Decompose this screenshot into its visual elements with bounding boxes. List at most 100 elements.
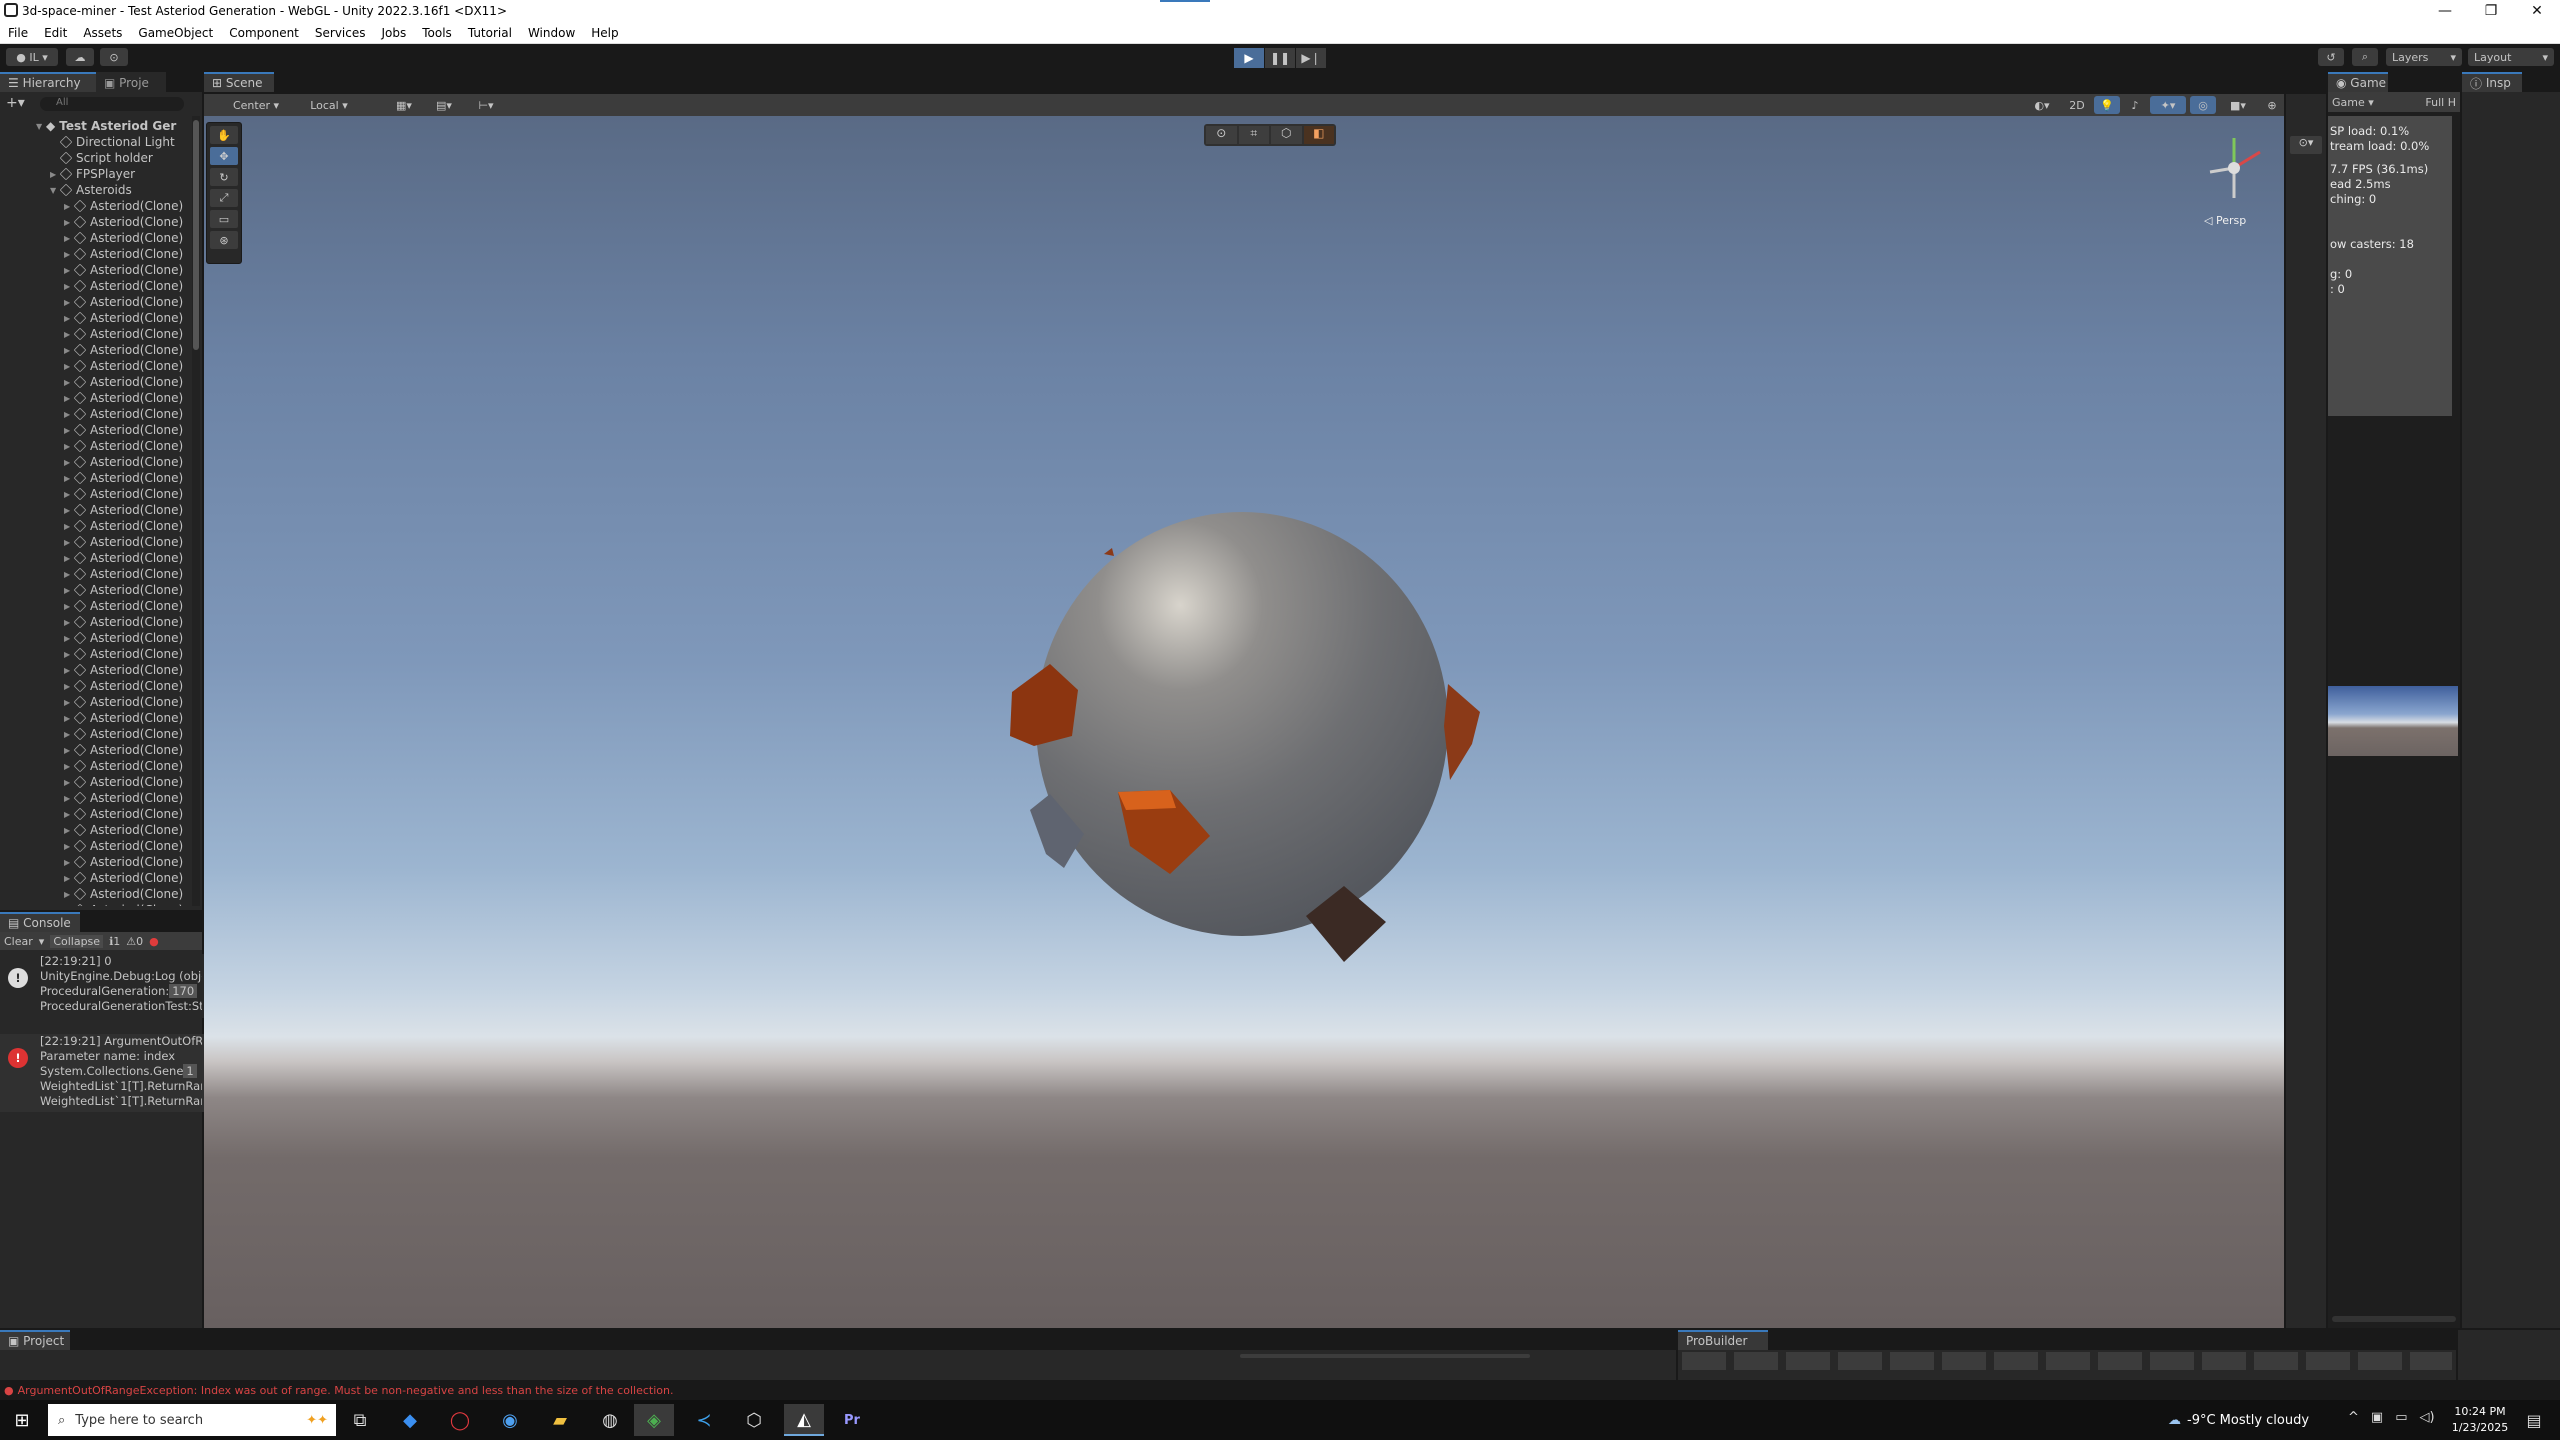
- expand-arrow-icon[interactable]: ▶: [64, 458, 74, 467]
- tree-item-asteroid-clone[interactable]: ▶ Asteriod(Clone): [64, 422, 183, 438]
- tree-item-asteroid-clone[interactable]: ▶ Asteriod(Clone): [64, 214, 183, 230]
- chrome-icon[interactable]: ◉: [490, 1404, 530, 1436]
- expand-arrow-icon[interactable]: ▶: [64, 826, 74, 835]
- expand-arrow-icon[interactable]: ▶: [64, 426, 74, 435]
- tree-item-asteroid-clone[interactable]: ▶ Asteriod(Clone): [64, 678, 183, 694]
- menu-file[interactable]: File: [0, 26, 36, 40]
- expand-arrow-icon[interactable]: ▶: [64, 330, 74, 339]
- network-icon[interactable]: ▭: [2395, 1410, 2407, 1425]
- minimize-button[interactable]: —: [2422, 0, 2468, 22]
- status-bar[interactable]: ● ArgumentOutOfRangeException: Index was…: [0, 1380, 2560, 1400]
- expand-arrow-icon[interactable]: ▶: [64, 730, 74, 739]
- expand-arrow-icon[interactable]: ▶: [64, 298, 74, 307]
- tree-item-asteroid-clone[interactable]: ▶ Asteriod(Clone): [64, 710, 183, 726]
- expand-arrow-icon[interactable]: ▶: [64, 890, 74, 899]
- info-count-toggle[interactable]: ℹ1: [109, 935, 120, 948]
- console-entry-error[interactable]: ! [22:19:21] ArgumentOutOfRar Parameter …: [0, 1034, 204, 1112]
- tree-item-asteroid-clone[interactable]: ▶ Asteriod(Clone): [64, 294, 183, 310]
- tree-item-asteroid-clone[interactable]: ▶ Asteriod(Clone): [64, 854, 183, 870]
- expand-arrow-icon[interactable]: ▶: [64, 218, 74, 227]
- expand-arrow-icon[interactable]: ▶: [64, 538, 74, 547]
- tree-item-asteroid-clone[interactable]: ▶ Asteriod(Clone): [64, 790, 183, 806]
- tab-project[interactable]: ▣ Proje: [96, 72, 166, 92]
- expand-arrow-icon[interactable]: ▶: [64, 234, 74, 243]
- expand-arrow-icon[interactable]: ▶: [64, 282, 74, 291]
- expand-arrow-icon[interactable]: ▶: [64, 554, 74, 563]
- expand-arrow-icon[interactable]: ▶: [64, 906, 74, 907]
- expand-arrow-icon[interactable]: ▶: [64, 314, 74, 323]
- menu-jobs[interactable]: Jobs: [374, 26, 415, 40]
- tab-console[interactable]: ▤ Console: [0, 912, 80, 932]
- tree-item-asteroid-clone[interactable]: ▶ Asteriod(Clone): [64, 870, 183, 886]
- tree-item-asteroids[interactable]: ▼ Asteroids: [50, 182, 132, 198]
- rect-transform-icon[interactable]: ▭: [210, 210, 238, 228]
- expand-arrow-icon[interactable]: ▶: [64, 698, 74, 707]
- menu-edit[interactable]: Edit: [36, 26, 75, 40]
- expand-arrow-icon[interactable]: ▶: [64, 202, 74, 211]
- expand-arrow-icon[interactable]: ▶: [64, 778, 74, 787]
- tree-item-asteroid-clone[interactable]: ▶ Asteriod(Clone): [64, 438, 183, 454]
- expand-arrow-icon[interactable]: ▶: [64, 522, 74, 531]
- tree-item-asteroid-clone[interactable]: ▶ Asteriod(Clone): [64, 566, 183, 582]
- chevron-up-icon[interactable]: ^: [2348, 1410, 2359, 1425]
- transform-tool-icon[interactable]: ⊛: [210, 231, 238, 249]
- clear-button[interactable]: Clear: [4, 935, 33, 948]
- taskbar-search-input[interactable]: ⌕ Type here to search ✦✦: [48, 1404, 336, 1436]
- camera-icon[interactable]: ▣: [2371, 1410, 2383, 1425]
- expand-arrow-icon[interactable]: ▶: [64, 746, 74, 755]
- pivot-local-dropdown[interactable]: Local ▾: [296, 96, 362, 114]
- cloud-icon[interactable]: ☁: [66, 48, 94, 66]
- tree-item-asteroid-clone[interactable]: ▶ Asteriod(Clone): [64, 614, 183, 630]
- project-search-input[interactable]: [1240, 1354, 1530, 1358]
- effects-toggle-icon[interactable]: ✦▾: [2150, 96, 2186, 114]
- expand-arrow-icon[interactable]: ▶: [64, 874, 74, 883]
- hierarchy-search-input[interactable]: All: [40, 97, 184, 111]
- menu-component[interactable]: Component: [221, 26, 307, 40]
- warning-count-toggle[interactable]: ⚠0: [126, 935, 143, 948]
- menu-assets[interactable]: Assets: [75, 26, 130, 40]
- grid-visibility-icon[interactable]: ▤▾: [426, 96, 462, 114]
- tree-item-asteroid-clone[interactable]: ▶ Asteriod(Clone): [64, 662, 183, 678]
- tree-item-asteroid-clone[interactable]: ▶ Asteriod(Clone): [64, 486, 183, 502]
- tree-item-asteroid-clone[interactable]: ▶ Asteriod(Clone): [64, 198, 183, 214]
- tree-item-asteroid-clone[interactable]: ▶ Asteriod(Clone): [64, 406, 183, 422]
- expand-arrow-icon[interactable]: ▶: [64, 346, 74, 355]
- tree-item-asteroid-clone[interactable]: ▶ Asteriod(Clone): [64, 726, 183, 742]
- vscode-icon[interactable]: ≺: [684, 1404, 724, 1436]
- maximize-button[interactable]: ❐: [2468, 0, 2514, 22]
- rotate-tool-icon[interactable]: ↻: [210, 168, 238, 186]
- expand-arrow-icon[interactable]: ▶: [64, 602, 74, 611]
- tab-hierarchy[interactable]: ☰ Hierarchy: [0, 72, 96, 92]
- unity-editor-icon[interactable]: ◭: [784, 1404, 824, 1436]
- tree-item-asteroid-clone[interactable]: ▶ Asteriod(Clone): [64, 742, 183, 758]
- expand-arrow-icon[interactable]: ▶: [64, 442, 74, 451]
- clock[interactable]: 10:24 PM 1/23/2025: [2448, 1404, 2512, 1436]
- pause-button[interactable]: ❚❚: [1265, 48, 1295, 68]
- toggle-2d-button[interactable]: 2D: [2064, 96, 2090, 114]
- expand-arrow-icon[interactable]: ▶: [64, 666, 74, 675]
- tree-item-asteroid-clone[interactable]: ▶ Asteriod(Clone): [64, 374, 183, 390]
- probuilder-tool-strip[interactable]: [1682, 1352, 2452, 1370]
- tree-item-asteroid-clone[interactable]: ▶ Asteriod(Clone): [64, 502, 183, 518]
- volume-icon[interactable]: ◁): [2420, 1410, 2435, 1425]
- tab-probuilder[interactable]: ProBuilder: [1678, 1330, 1768, 1350]
- tree-item-asteroid-clone[interactable]: ▶ Asteriod(Clone): [64, 806, 183, 822]
- tree-item-asteroid-clone[interactable]: ▶ Asteriod(Clone): [64, 454, 183, 470]
- expand-arrow-icon[interactable]: ▶: [64, 650, 74, 659]
- scale-tool-icon[interactable]: ⤢: [210, 189, 238, 207]
- tree-item-asteroid-clone[interactable]: ▶ Asteriod(Clone): [64, 838, 183, 854]
- tree-item-asteroid-clone[interactable]: ▶ Asteriod(Clone): [64, 518, 183, 534]
- tree-item-asteroid-clone[interactable]: ▶ Asteriod(Clone): [64, 358, 183, 374]
- tree-item-asteroid-clone[interactable]: ▶ Asteriod(Clone): [64, 902, 183, 906]
- tree-item-directional-light[interactable]: Directional Light: [50, 134, 175, 150]
- menu-help[interactable]: Help: [583, 26, 626, 40]
- unity-hub-icon[interactable]: ⬡: [734, 1404, 774, 1436]
- scene-viewport[interactable]: ⊙ ⌗ ⬡ ◧ ◁ Persp: [204, 116, 2284, 1328]
- ore-cube[interactable]: [1444, 684, 1480, 780]
- scene-root[interactable]: ▼ ◆ Test Asteriod Ger: [36, 118, 176, 134]
- expand-arrow-icon[interactable]: ▶: [64, 394, 74, 403]
- collab-icon[interactable]: ⊙: [100, 48, 128, 66]
- expand-arrow-icon[interactable]: ▶: [64, 378, 74, 387]
- tree-item-fpsplayer[interactable]: ▶ FPSPlayer: [50, 166, 135, 182]
- tree-item-asteroid-clone[interactable]: ▶ Asteriod(Clone): [64, 774, 183, 790]
